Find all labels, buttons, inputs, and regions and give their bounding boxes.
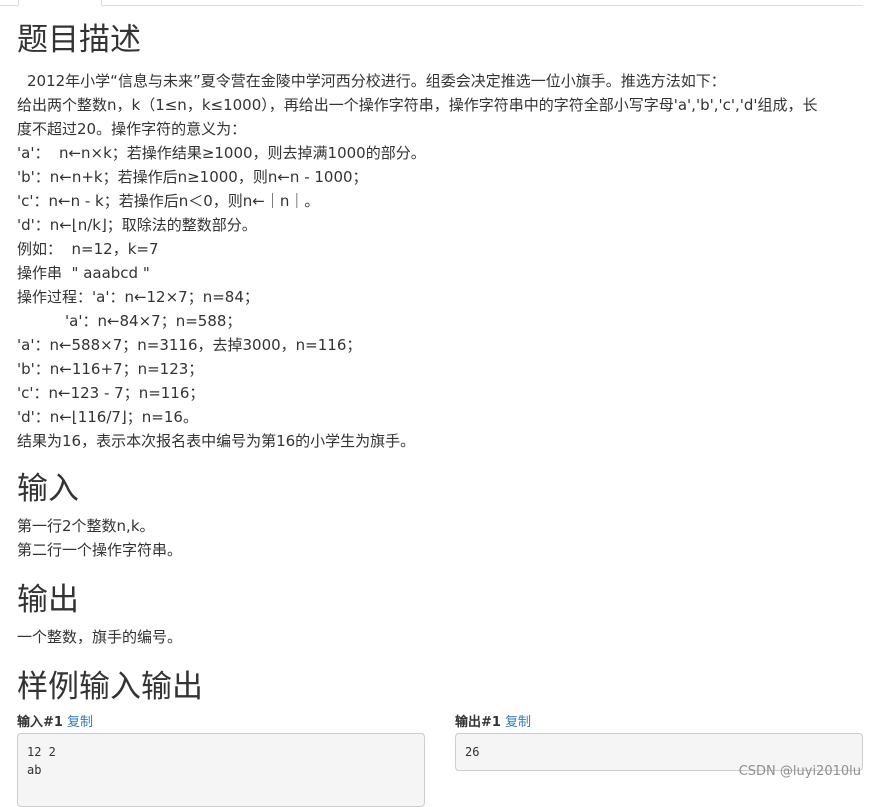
sample-input-line: 12 2 <box>27 745 56 759</box>
description-heading: 题目描述 <box>17 22 141 58</box>
copy-input-button[interactable]: 复制 <box>67 715 93 730</box>
description-line: 给出两个整数n，k（1≤n，k≤1000），再给出一个操作字符串，操作字符串中的… <box>17 96 818 114</box>
sample-output-label: 输出#1 <box>455 715 501 730</box>
copy-output-button[interactable]: 复制 <box>505 715 531 730</box>
description-line: 'b'：n←116+7；n=123； <box>17 360 204 378</box>
sample-output-line: 26 <box>465 745 480 759</box>
description-line: 'd'：n←⌊n/k⌋；取除法的整数部分。 <box>17 216 257 234</box>
sample-output-panel: 输出#1 复制 26 <box>455 714 863 771</box>
description-line: 'c'：n←123 - 7；n=116； <box>17 384 205 402</box>
description-line: 'b'：n←n+k；若操作后n≥1000，则n←n - 1000； <box>17 168 368 186</box>
output-description: 一个整数，旗手的编号。 <box>17 625 182 649</box>
description-line: 'a'：n←84×7；n=588； <box>65 312 242 330</box>
input-line: 第一行2个整数n,k。 <box>17 517 155 535</box>
sample-input-panel: 输入#1 复制 12 2 ab <box>17 714 425 807</box>
description-line: 2012年小学“信息与未来”夏令营在金陵中学河西分校进行。组委会决定推选一位小旗… <box>27 72 726 90</box>
output-line: 一个整数，旗手的编号。 <box>17 628 183 646</box>
description-line: 操作过程：'a'：n←12×7；n=84； <box>17 288 259 306</box>
sample-output-label-row: 输出#1 复制 <box>455 714 863 732</box>
description-line: 操作串 " aaabcd " <box>17 264 150 282</box>
top-tab-bar <box>0 0 863 6</box>
description-line: 'd'：n←⌊116/7⌋；n=16。 <box>17 408 198 426</box>
input-line: 第二行一个操作字符串。 <box>17 541 183 559</box>
output-heading: 输出 <box>17 582 79 618</box>
description-line: 'c'：n←n - k；若操作后n＜0，则n←｜n｜。 <box>17 192 320 210</box>
sample-input-label-row: 输入#1 复制 <box>17 714 425 732</box>
sample-input-label: 输入#1 <box>17 715 63 730</box>
description-line: 例如： n=12，k=7 <box>17 240 159 258</box>
description-line: 结果为16，表示本次报名表中编号为第16的小学生为旗手。 <box>17 432 416 450</box>
input-heading: 输入 <box>17 471 79 507</box>
sample-input-box[interactable]: 12 2 ab <box>17 733 425 807</box>
description-line: 度不超过20。操作字符的意义为： <box>17 120 247 138</box>
active-tab[interactable] <box>18 0 102 6</box>
sample-input-line: ab <box>27 763 42 777</box>
description-body: 2012年小学“信息与未来”夏令营在金陵中学河西分校进行。组委会决定推选一位小旗… <box>17 69 865 453</box>
csdn-watermark: CSDN @luyi2010lu <box>738 764 861 779</box>
sample-heading: 样例输入输出 <box>17 669 203 705</box>
description-line: 'a'：n←588×7；n=3116，去掉3000，n=116； <box>17 336 362 354</box>
input-description: 第一行2个整数n,k。 第二行一个操作字符串。 <box>17 514 182 562</box>
description-line: 'a'： n←n×k；若操作结果≥1000，则去掉满1000的部分。 <box>17 144 426 162</box>
